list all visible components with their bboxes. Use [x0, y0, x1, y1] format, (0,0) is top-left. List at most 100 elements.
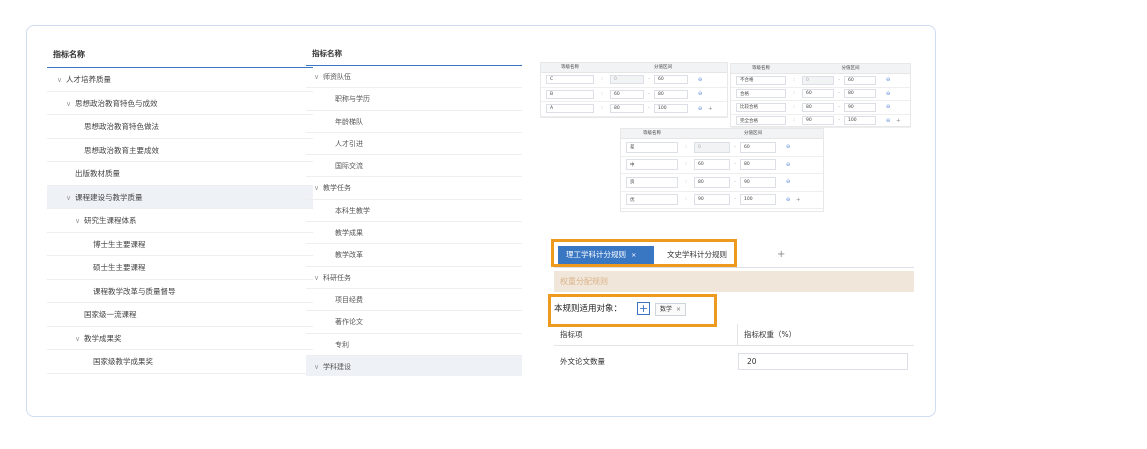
remove-row-icon[interactable]: ⊖ [786, 179, 796, 185]
tree-row-label: 国家级教学成果奖 [93, 357, 153, 366]
add-tab-icon[interactable]: + [777, 246, 785, 264]
tree-row[interactable]: 思想政治教育主要成效 [47, 139, 313, 162]
tree-row[interactable]: ∨ 课程建设与教学质量 [47, 185, 313, 210]
tree-row[interactable]: 硕士生主要课程 [47, 256, 313, 280]
grade-name-input[interactable]: 优 [626, 194, 678, 206]
add-row-icon[interactable]: + [708, 106, 718, 112]
chevron-down-icon[interactable]: ∨ [75, 328, 84, 351]
grade-name-input[interactable]: B [546, 89, 594, 99]
mid-row[interactable]: ∨ 科研任务 [306, 267, 522, 289]
range-to-input[interactable]: 80 [654, 89, 688, 99]
tree-row[interactable]: 省级教学成果奖 [47, 374, 313, 377]
mid-row[interactable]: 专利 [306, 334, 522, 356]
remove-row-icon[interactable]: ⊖ [886, 104, 896, 110]
range-to-input[interactable]: 90 [844, 102, 876, 112]
chevron-down-icon[interactable]: ∨ [314, 356, 323, 376]
weight-input[interactable]: 20 [738, 353, 908, 370]
remove-row-icon[interactable]: ⊖ [886, 91, 896, 97]
grade-name-input[interactable]: 差 [626, 141, 678, 153]
tree-row[interactable]: 课程教学改革与质量督导 [47, 280, 313, 303]
grade-name-input[interactable]: 合格 [736, 89, 786, 99]
grade-name-input[interactable]: 比较合格 [736, 102, 786, 112]
range-from-input[interactable]: 60 [610, 89, 644, 99]
grade-name-input[interactable]: C [546, 75, 594, 85]
chevron-down-icon[interactable]: ∨ [314, 267, 323, 289]
tree-row[interactable]: ∨ 思想政治教育特色与成效 [47, 92, 313, 116]
mid-row[interactable]: ∨ 教学任务 [306, 177, 522, 200]
range-to-input[interactable]: 60 [740, 141, 776, 153]
tree-row[interactable]: 国家级一流课程 [47, 303, 313, 327]
tree-row[interactable]: ∨ 人才培养质量 [47, 68, 313, 92]
remove-row-icon[interactable]: ⊖ [698, 77, 708, 83]
tree-row[interactable]: 国家级教学成果奖 [47, 350, 313, 374]
colon-separator: : [685, 197, 687, 203]
range-from-input[interactable]: 60 [802, 89, 834, 99]
range-from-input[interactable]: 60 [694, 159, 730, 171]
mid-row-label: 师资队伍 [323, 73, 351, 81]
remove-row-icon[interactable]: ⊖ [786, 162, 796, 168]
mid-row[interactable]: ∨ 学科建设 [306, 355, 522, 376]
indicator-weight-header: 指标项 指标权重（%） [554, 324, 914, 346]
mid-row[interactable]: 人才引进 [306, 133, 522, 156]
remove-row-icon[interactable]: ⊖ [786, 144, 796, 150]
tree-header: 指标名称 [47, 42, 313, 68]
grade-name-input[interactable]: 良 [626, 176, 678, 188]
range-from-input[interactable]: 90 [694, 194, 730, 206]
tree-row[interactable]: 思想政治教育特色做法 [47, 115, 313, 139]
chevron-down-icon[interactable]: ∨ [314, 177, 323, 199]
range-to-input[interactable]: 100 [740, 194, 776, 206]
tree-row[interactable]: 出版教材质量 [47, 162, 313, 186]
chevron-down-icon[interactable]: ∨ [66, 187, 75, 210]
range-to-input[interactable]: 90 [740, 176, 776, 188]
grade-name-input[interactable]: A [546, 104, 594, 114]
add-row-icon[interactable]: + [896, 118, 906, 124]
remove-row-icon[interactable]: ⊖ [698, 91, 708, 97]
add-row-icon[interactable]: + [796, 197, 806, 203]
tree-row-label: 思想政治教育特色与成效 [75, 98, 158, 108]
remove-row-icon[interactable]: ⊖ [786, 197, 796, 203]
chevron-down-icon[interactable]: ∨ [66, 93, 75, 116]
chevron-down-icon[interactable]: ∨ [314, 66, 323, 88]
grade-table-c: 等级名称 分值区间差:0-60 ⊖ 中:60-80 ⊖ 良:80-90 ⊖ 优:90-100 ⊖… [620, 128, 824, 212]
tree-row[interactable]: ∨ 教学成果奖 [47, 327, 313, 351]
grade-name-header: 等级名称 [643, 131, 661, 136]
grade-name-input[interactable]: 中 [626, 159, 678, 171]
range-from-input[interactable]: 80 [610, 104, 644, 114]
range-to-input[interactable]: 80 [740, 159, 776, 171]
range-from-input[interactable]: 90 [802, 116, 834, 126]
range-to-input[interactable]: 60 [844, 75, 876, 85]
range-to-input[interactable]: 100 [654, 104, 688, 114]
range-from-input[interactable]: 80 [694, 176, 730, 188]
mid-row[interactable]: 项目经费 [306, 289, 522, 312]
tree-row[interactable]: ∨ 研究生课程体系 [47, 209, 313, 233]
range-from-input[interactable]: 80 [802, 102, 834, 112]
grade-row: 良: 80-90 ⊖ [621, 174, 823, 192]
grade-name-input[interactable]: 完全合格 [736, 116, 786, 126]
mid-row-label: 教学改革 [335, 251, 363, 260]
range-to-input[interactable]: 60 [654, 75, 688, 85]
mid-row[interactable]: 本科生教学 [306, 200, 522, 223]
remove-row-icon[interactable]: ⊖ [698, 106, 708, 112]
grade-name-header: 等级名称 [561, 65, 579, 70]
mid-row[interactable]: 国际交流 [306, 155, 522, 178]
grade-row: 合格: 60-80 ⊖ [731, 88, 910, 101]
mid-row[interactable]: 教学改革 [306, 244, 522, 267]
chevron-down-icon[interactable]: ∨ [75, 210, 84, 233]
mid-row[interactable]: 年龄梯队 [306, 111, 522, 133]
mid-row[interactable]: 职称与学历 [306, 88, 522, 111]
dash-separator: - [838, 77, 840, 83]
range-to-input[interactable]: 80 [844, 89, 876, 99]
mid-row[interactable]: ∨ 师资队伍 [306, 66, 522, 89]
grade-name-input[interactable]: 不合格 [736, 75, 786, 85]
chevron-down-icon[interactable]: ∨ [57, 69, 66, 92]
grade-row: 中: 60-80 ⊖ [621, 157, 823, 174]
tree-row[interactable]: 博士生主要课程 [47, 233, 313, 256]
mid-row-label: 专利 [335, 340, 349, 349]
remove-row-icon[interactable]: ⊖ [886, 118, 896, 124]
remove-row-icon[interactable]: ⊖ [886, 77, 896, 83]
colon-separator: : [685, 162, 687, 168]
mid-row[interactable]: 著作论文 [306, 311, 522, 334]
range-to-input[interactable]: 100 [844, 116, 876, 126]
grade-row: 优: 90-100 ⊖ + [621, 192, 823, 209]
mid-row[interactable]: 教学成果 [306, 222, 522, 245]
